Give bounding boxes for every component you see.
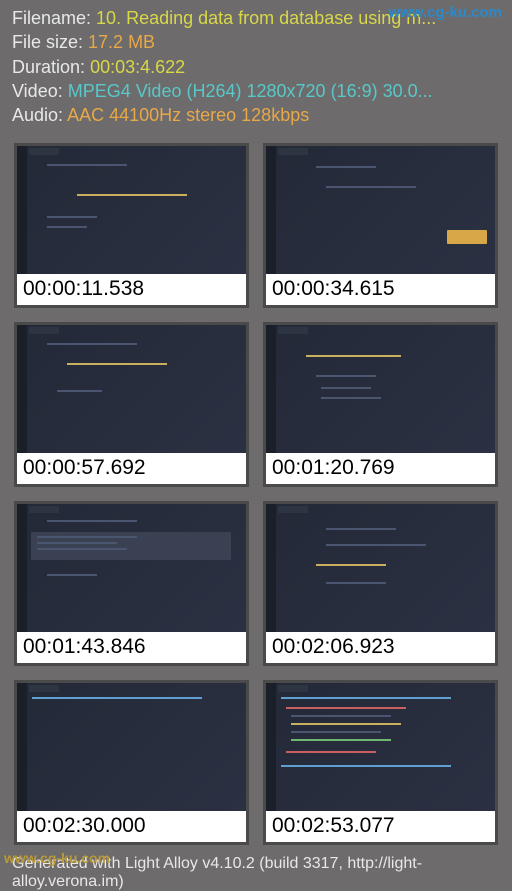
- thumbnail[interactable]: 00:02:06.923: [263, 501, 498, 666]
- thumbnail[interactable]: 00:01:20.769: [263, 322, 498, 487]
- video-value: MPEG4 Video (H264) 1280x720 (16:9) 30.0.…: [68, 81, 433, 101]
- duration-label: Duration:: [12, 57, 85, 77]
- thumbnail-image: [266, 146, 495, 274]
- filesize-value: 17.2 MB: [88, 32, 155, 52]
- thumbnail-image: [266, 325, 495, 453]
- thumbnail-timestamp: 00:01:43.846: [17, 632, 246, 663]
- thumbnail[interactable]: 00:00:57.692: [14, 322, 249, 487]
- info-duration: Duration: 00:03:4.622: [12, 55, 500, 79]
- filename-value: 10. Reading data from database using m..…: [96, 8, 436, 28]
- thumbnail-timestamp: 00:00:57.692: [17, 453, 246, 484]
- thumbnail-timestamp: 00:00:11.538: [17, 274, 246, 305]
- thumbnail-image: [17, 683, 246, 811]
- audio-label: Audio:: [12, 105, 63, 125]
- thumbnail-grid: 00:00:11.538 00:00:34.615 00:00:57.692 0…: [0, 131, 512, 845]
- thumbnail-timestamp: 00:02:06.923: [266, 632, 495, 663]
- video-label: Video:: [12, 81, 63, 101]
- watermark-bottom: www.cg-ku.com: [4, 850, 110, 866]
- thumbnail[interactable]: 00:01:43.846: [14, 501, 249, 666]
- thumbnail-timestamp: 00:00:34.615: [266, 274, 495, 305]
- watermark-top: www.cg-ku.com: [388, 4, 502, 21]
- thumbnail-timestamp: 00:02:30.000: [17, 811, 246, 842]
- thumbnail-timestamp: 00:01:20.769: [266, 453, 495, 484]
- filename-label: Filename:: [12, 8, 91, 28]
- thumbnail[interactable]: 00:00:34.615: [263, 143, 498, 308]
- info-audio: Audio: AAC 44100Hz stereo 128kbps: [12, 103, 500, 127]
- thumbnail[interactable]: 00:00:11.538: [14, 143, 249, 308]
- thumbnail-image: [266, 504, 495, 632]
- thumbnail-timestamp: 00:02:53.077: [266, 811, 495, 842]
- thumbnail-image: [266, 683, 495, 811]
- audio-value: AAC 44100Hz stereo 128kbps: [67, 105, 309, 125]
- thumbnail[interactable]: 00:02:30.000: [14, 680, 249, 845]
- info-video: Video: MPEG4 Video (H264) 1280x720 (16:9…: [12, 79, 500, 103]
- info-filesize: File size: 17.2 MB: [12, 30, 500, 54]
- thumbnail-image: [17, 325, 246, 453]
- thumbnail[interactable]: 00:02:53.077: [263, 680, 498, 845]
- duration-value: 00:03:4.622: [90, 57, 185, 77]
- thumbnail-image: [17, 504, 246, 632]
- thumbnail-image: [17, 146, 246, 274]
- filesize-label: File size:: [12, 32, 83, 52]
